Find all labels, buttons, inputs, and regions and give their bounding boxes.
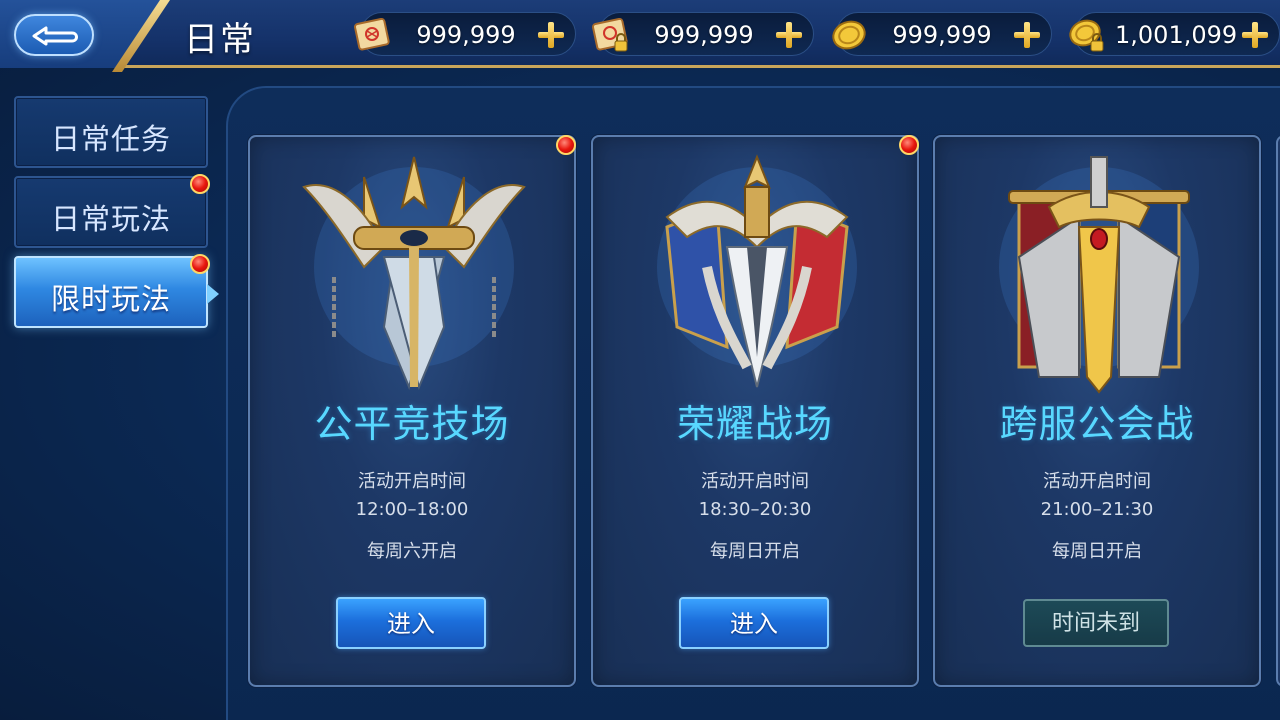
add-resource-button[interactable] bbox=[1011, 19, 1043, 51]
page-title: 日常 bbox=[184, 20, 256, 60]
locked-scroll-icon bbox=[591, 17, 628, 52]
resource-bound-gold-coin: 1,001,099 bbox=[1069, 12, 1280, 56]
resource-value: 999,999 bbox=[654, 21, 754, 49]
time-label: 活动开启时间 bbox=[701, 471, 809, 492]
schedule-text: 每周六开启 bbox=[367, 541, 457, 562]
notification-badge bbox=[556, 135, 576, 155]
time-range: 18:30–20:30 bbox=[698, 499, 812, 520]
activity-title: 跨服公会战 bbox=[999, 402, 1195, 446]
sidebar-item-label: 日常玩法 bbox=[50, 202, 171, 236]
time-label: 活动开启时间 bbox=[358, 471, 466, 492]
notification-badge bbox=[190, 174, 210, 194]
not-yet-available-button[interactable]: 时间未到 bbox=[1023, 599, 1169, 647]
enter-button[interactable]: 进入 bbox=[336, 597, 486, 649]
notification-badge bbox=[190, 254, 210, 274]
bound-gold-coin-icon bbox=[1069, 19, 1104, 52]
sidebar-item-label: 日常任务 bbox=[50, 122, 171, 156]
golden-sword-banners-emblem-icon bbox=[999, 156, 1199, 394]
back-arrow-icon bbox=[32, 26, 78, 46]
scroll-icon bbox=[353, 17, 390, 51]
resource-scroll: 999,999 bbox=[353, 12, 576, 56]
activity-card-fair-arena: 公平竞技场 活动开启时间 12:00–18:00 每周六开启 进入 bbox=[248, 135, 576, 687]
sidebar-item-label: 限时玩法 bbox=[50, 282, 171, 316]
schedule-text: 每周日开启 bbox=[1052, 541, 1142, 562]
add-resource-button[interactable] bbox=[535, 19, 567, 51]
schedule-text: 每周日开启 bbox=[710, 541, 800, 562]
add-resource-button[interactable] bbox=[773, 19, 805, 51]
resource-value: 999,999 bbox=[892, 21, 992, 49]
add-resource-button[interactable] bbox=[1239, 19, 1271, 51]
notification-badge bbox=[899, 135, 919, 155]
back-button[interactable] bbox=[14, 14, 94, 56]
time-label: 活动开启时间 bbox=[1043, 471, 1151, 492]
sidebar-item-daily-tasks[interactable]: 日常任务 bbox=[14, 96, 208, 168]
resource-value: 999,999 bbox=[416, 21, 516, 49]
resource-gold-coin: 999,999 bbox=[832, 12, 1052, 56]
gold-coin-icon bbox=[832, 20, 866, 50]
activity-title: 公平竞技场 bbox=[314, 402, 510, 446]
resource-value: 1,001,099 bbox=[1115, 21, 1238, 49]
resource-locked-scroll: 999,999 bbox=[591, 12, 814, 56]
activity-card-cross-server-guild-war: 跨服公会战 活动开启时间 21:00–21:30 每周日开启 时间未到 bbox=[933, 135, 1261, 687]
trident-swords-emblem-icon bbox=[302, 156, 526, 391]
time-range: 21:00–21:30 bbox=[1040, 499, 1154, 520]
enter-button[interactable]: 进入 bbox=[679, 597, 829, 649]
activity-title: 荣耀战场 bbox=[676, 402, 833, 446]
next-card-edge bbox=[1276, 135, 1280, 687]
crowned-sword-banners-emblem-icon bbox=[657, 154, 857, 388]
sidebar-item-daily-modes[interactable]: 日常玩法 bbox=[14, 174, 210, 248]
top-bar: 日常 999,999 999,999 999,999 1,001,099 bbox=[0, 0, 1280, 72]
activity-card-glory-battlefield: 荣耀战场 活动开启时间 18:30–20:30 每周日开启 进入 bbox=[591, 135, 919, 687]
time-range: 12:00–18:00 bbox=[355, 499, 469, 520]
sidebar-item-limited-modes[interactable]: 限时玩法 bbox=[14, 254, 219, 328]
